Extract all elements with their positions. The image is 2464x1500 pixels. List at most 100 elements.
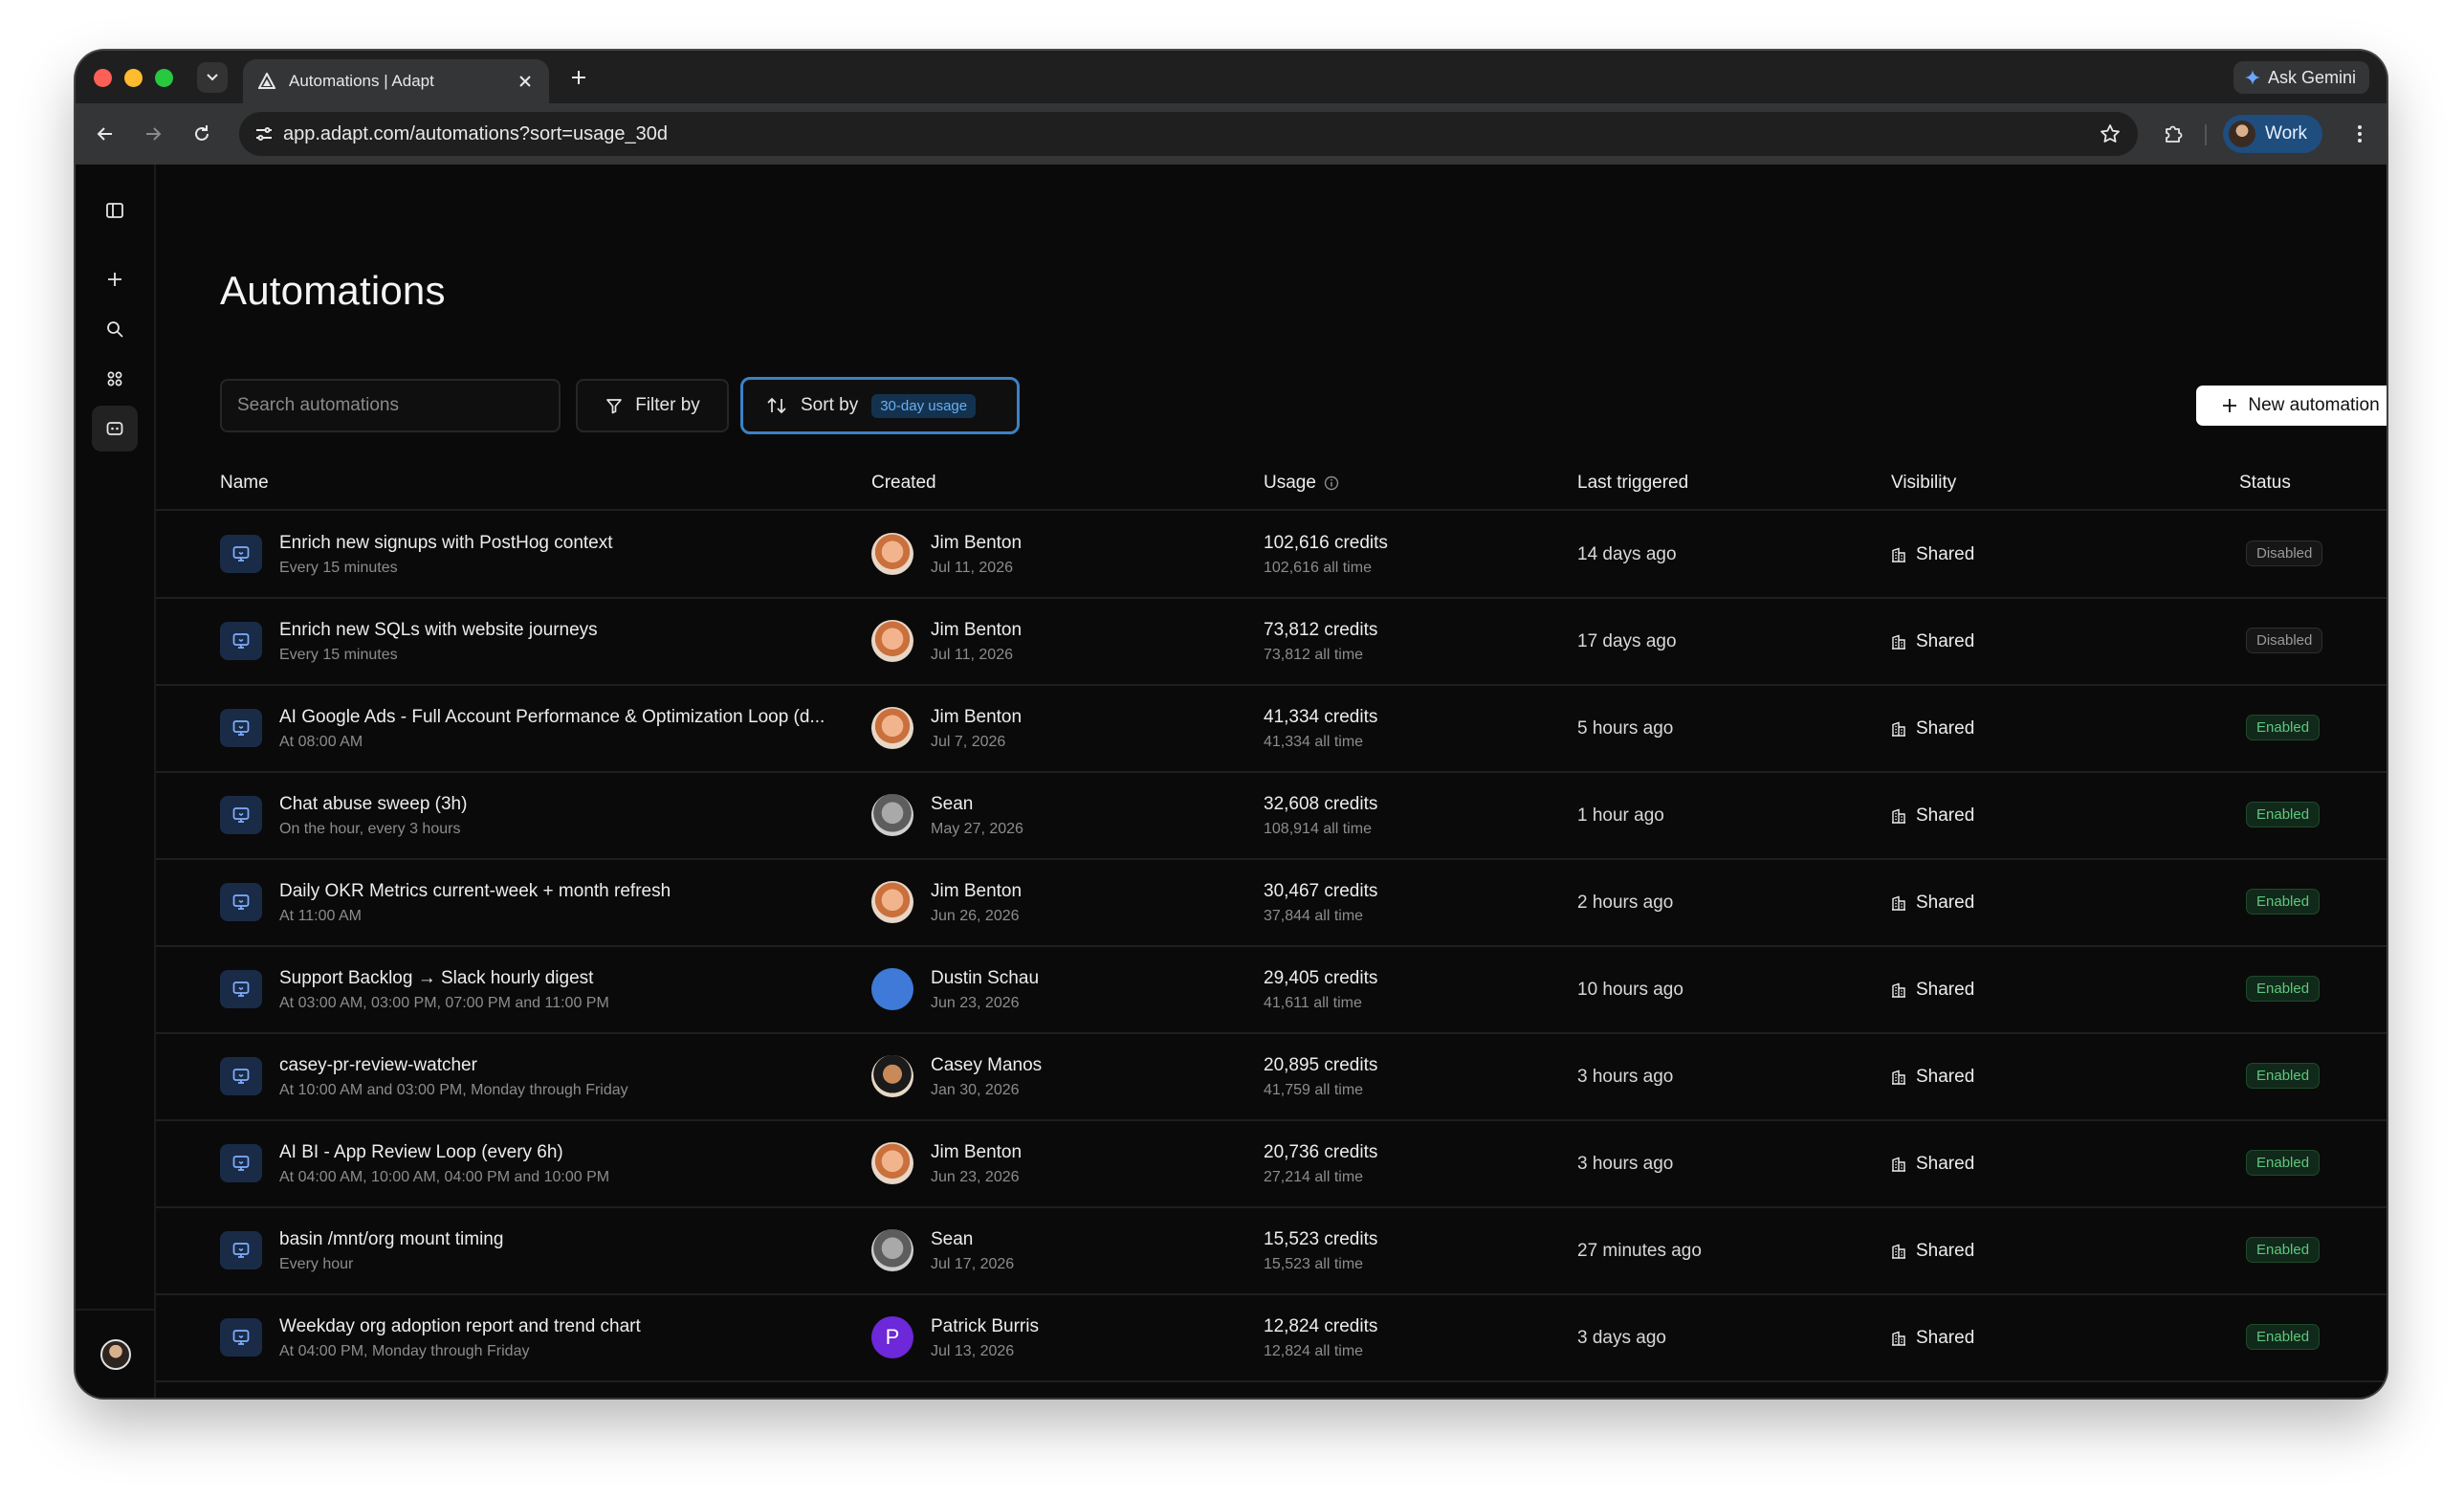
automation-name[interactable]: Weekday org adoption report and trend ch…: [279, 1316, 853, 1337]
close-window-button[interactable]: [94, 69, 112, 87]
plus-icon: [572, 71, 585, 84]
main-content: Automations Filter by Sort by 30-day usa…: [156, 165, 2387, 1398]
column-header-status[interactable]: Status: [2239, 473, 2291, 494]
usage-credits: 32,608 credits: [1264, 794, 1378, 814]
reload-button[interactable]: [187, 120, 216, 148]
building-icon: [1892, 1070, 1905, 1085]
user-avatar[interactable]: [100, 1339, 131, 1370]
column-header-visibility[interactable]: Visibility: [1891, 473, 1956, 494]
usage-all-time: 41,334 all time: [1264, 734, 1364, 750]
status-badge: Disabled: [2246, 540, 2323, 566]
automation-schedule: Every hour: [279, 1256, 354, 1272]
chevron-down-icon: [207, 74, 218, 81]
automation-schedule: Every 15 minutes: [279, 647, 398, 663]
profile-button[interactable]: Work: [2223, 115, 2322, 153]
creator-name: Sean: [931, 1229, 974, 1249]
back-button[interactable]: [91, 120, 120, 148]
tab-title: Automations | Adapt: [289, 72, 434, 90]
usage-credits: 41,334 credits: [1264, 707, 1378, 727]
building-icon: [1892, 982, 1905, 998]
table-row[interactable]: casey-pr-review-watcher At 10:00 AM and …: [156, 1033, 2387, 1121]
browser-menu-button[interactable]: [2345, 120, 2374, 148]
automations-nav-button[interactable]: [92, 406, 138, 452]
automation-name[interactable]: Enrich new SQLs with website journeys: [279, 620, 853, 641]
usage-credits: 30,467 credits: [1264, 881, 1378, 901]
usage-credits: 12,824 credits: [1264, 1316, 1378, 1336]
forward-button[interactable]: [139, 120, 167, 148]
new-tab-button[interactable]: [564, 63, 593, 92]
building-icon: [1892, 547, 1905, 562]
usage-credits: 20,895 credits: [1264, 1055, 1378, 1075]
building-icon: [1892, 1244, 1905, 1259]
column-header-name[interactable]: Name: [220, 473, 269, 494]
table-row[interactable]: Enrich new signups with PostHog context …: [156, 511, 2387, 599]
automation-name[interactable]: AI BI - App Review Loop (every 6h): [279, 1142, 853, 1163]
table-row[interactable]: Chat abuse sweep (3h) On the hour, every…: [156, 772, 2387, 860]
table-row[interactable]: Enrich new SQLs with website journeys Ev…: [156, 598, 2387, 686]
creator-avatar: [871, 620, 913, 662]
tab-strip: Automations | Adapt Ask Gemini: [76, 51, 2387, 103]
table-row[interactable]: Weekday org adoption report and trend ch…: [156, 1294, 2387, 1382]
visibility-cell: Shared: [1891, 1241, 1974, 1262]
automation-name[interactable]: Chat abuse sweep (3h): [279, 794, 853, 815]
search-button[interactable]: [92, 306, 138, 352]
search-icon: [107, 321, 123, 338]
automation-name[interactable]: Enrich new signups with PostHog context: [279, 533, 853, 554]
extensions-button[interactable]: [2159, 120, 2188, 148]
site-settings-icon[interactable]: [253, 122, 275, 145]
created-date: Jun 23, 2026: [931, 995, 1020, 1011]
last-triggered: 3 days ago: [1577, 1328, 1666, 1348]
building-icon: [1892, 634, 1905, 650]
creator-avatar: P: [871, 1316, 913, 1358]
usage-all-time: 102,616 all time: [1264, 560, 1372, 576]
last-triggered: 5 hours ago: [1577, 718, 1674, 739]
table-row[interactable]: AI BI - App Review Loop (every 6h) At 04…: [156, 1120, 2387, 1208]
toggle-sidebar-button[interactable]: [92, 188, 138, 233]
automation-name[interactable]: AI Google Ads - Full Account Performance…: [279, 707, 853, 728]
ask-gemini-button[interactable]: Ask Gemini: [2233, 61, 2369, 94]
visibility-label: Shared: [1916, 805, 1975, 826]
sort-button[interactable]: Sort by 30-day usage: [740, 377, 1020, 434]
table-row[interactable]: basin /mnt/org mount timing Every hour S…: [156, 1207, 2387, 1295]
tab-search-button[interactable]: [197, 62, 228, 93]
info-icon[interactable]: [1324, 475, 1339, 491]
search-input[interactable]: [220, 379, 561, 432]
creator-avatar: [871, 1142, 913, 1184]
column-header-usage[interactable]: Usage: [1264, 473, 1339, 494]
automation-name[interactable]: casey-pr-review-watcher: [279, 1055, 853, 1076]
usage-credits: 15,523 credits: [1264, 1229, 1378, 1249]
column-header-last-triggered[interactable]: Last triggered: [1577, 473, 1688, 494]
address-bar[interactable]: app.adapt.com/automations?sort=usage_30d: [239, 112, 2138, 156]
automation-name[interactable]: Daily OKR Metrics current-week + month r…: [279, 881, 853, 902]
visibility-label: Shared: [1916, 980, 1975, 1000]
profile-avatar: [2229, 121, 2255, 147]
visibility-cell: Shared: [1891, 544, 1974, 565]
automation-schedule: On the hour, every 3 hours: [279, 821, 461, 837]
automation-schedule: At 03:00 AM, 03:00 PM, 07:00 PM and 11:0…: [279, 995, 609, 1011]
minimize-window-button[interactable]: [124, 69, 143, 87]
table-row[interactable]: AI Google Ads - Full Account Performance…: [156, 685, 2387, 773]
browser-tab-active[interactable]: Automations | Adapt: [243, 59, 549, 103]
last-triggered: 14 days ago: [1577, 544, 1677, 564]
visibility-label: Shared: [1916, 544, 1975, 564]
status-badge: Enabled: [2246, 976, 2321, 1002]
close-tab-icon[interactable]: [515, 71, 536, 92]
sidebar: [76, 165, 156, 1398]
new-automation-button[interactable]: New automation: [2196, 386, 2387, 426]
plus-icon: [108, 273, 121, 286]
automation-schedule: At 04:00 AM, 10:00 AM, 04:00 PM and 10:0…: [279, 1169, 610, 1185]
browser-toolbar: app.adapt.com/automations?sort=usage_30d…: [76, 103, 2387, 165]
column-header-created[interactable]: Created: [871, 473, 936, 494]
automation-name[interactable]: Support Backlog → Slack hourly digest: [279, 968, 853, 989]
table-row[interactable]: Support Backlog → Slack hourly digest At…: [156, 946, 2387, 1034]
bookmark-star-icon[interactable]: [2096, 120, 2124, 148]
creator-avatar: [871, 968, 913, 1010]
zoom-window-button[interactable]: [155, 69, 173, 87]
new-button[interactable]: [92, 256, 138, 302]
filter-button[interactable]: Filter by: [576, 379, 729, 432]
automation-name[interactable]: basin /mnt/org mount timing: [279, 1229, 853, 1250]
apps-button[interactable]: [92, 356, 138, 402]
usage-all-time: 27,214 all time: [1264, 1169, 1364, 1185]
status-badge: Enabled: [2246, 1237, 2321, 1263]
table-row[interactable]: Daily OKR Metrics current-week + month r…: [156, 859, 2387, 947]
